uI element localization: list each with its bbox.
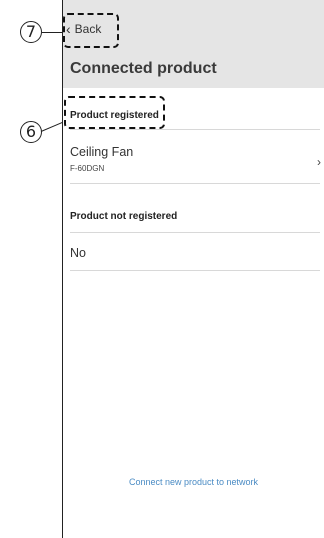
chevron-right-icon: › — [317, 155, 321, 169]
divider — [70, 183, 320, 184]
callout-product-registered: 6 — [20, 121, 42, 143]
list-item-ceiling-fan[interactable]: Ceiling Fan F-60DGN › — [70, 145, 324, 173]
divider — [70, 129, 320, 130]
back-button[interactable]: ‹ Back — [66, 22, 101, 36]
section-product-registered: Product registered — [70, 110, 159, 121]
list-item-not-registered: No — [70, 246, 324, 260]
not-registered-value: No — [70, 246, 86, 260]
page-title: Connected product — [70, 60, 217, 77]
callout-back: 7 — [20, 21, 42, 43]
product-name: Ceiling Fan — [70, 145, 134, 159]
connect-new-product-link[interactable]: Connect new product to network — [63, 477, 324, 487]
chevron-left-icon: ‹ — [66, 21, 71, 37]
callout-product-registered-number: 6 — [25, 122, 37, 141]
divider — [70, 232, 320, 233]
product-model: F-60DGN — [70, 164, 105, 173]
phone-screen: ‹ Back Connected product Product registe… — [62, 0, 324, 538]
section-product-not-registered: Product not registered — [70, 211, 178, 222]
divider — [70, 270, 320, 271]
back-label: Back — [74, 22, 102, 36]
callout-back-number: 7 — [25, 22, 37, 41]
callout-column: 7 6 — [0, 0, 67, 538]
app-header: ‹ Back Connected product — [63, 0, 324, 88]
